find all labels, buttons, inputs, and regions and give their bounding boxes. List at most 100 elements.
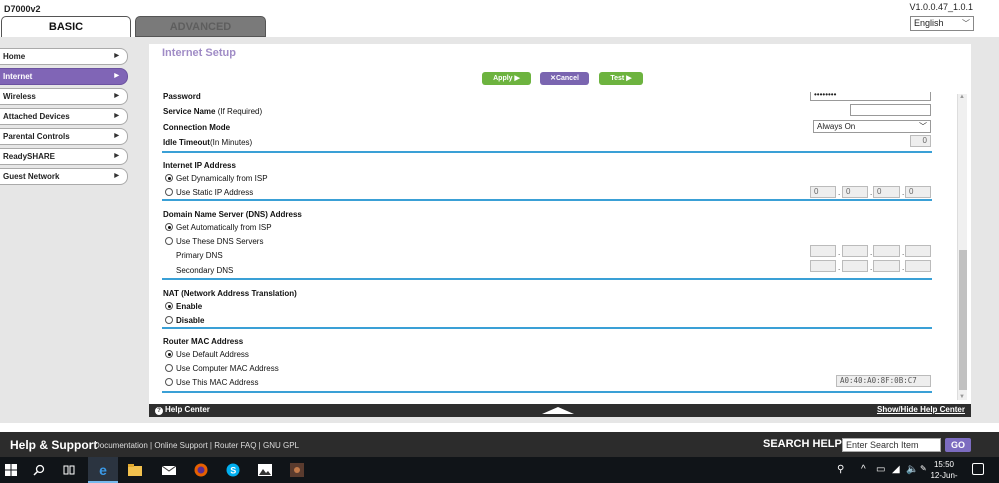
settings-scroll-area[interactable]: Password •••••••• Service Name (If Requi…: [149, 92, 957, 398]
secondary-dns-octet-3[interactable]: [873, 260, 900, 272]
radio-selected-icon[interactable]: [165, 302, 173, 310]
mac-section-title: Router MAC Address: [163, 337, 244, 346]
radio-empty-icon[interactable]: [165, 188, 173, 196]
section-divider: [162, 278, 932, 280]
primary-dns-octet-2[interactable]: [842, 245, 868, 257]
idle-timeout-row: Idle Timeout(In Minutes): [163, 138, 252, 147]
file-explorer-icon[interactable]: [126, 461, 144, 479]
mac-this-label: Use This MAC Address: [176, 378, 259, 387]
scroll-down-icon[interactable]: ▼: [959, 394, 965, 400]
section-divider: [162, 151, 932, 153]
dns-manual-option[interactable]: Use These DNS Servers: [165, 237, 263, 246]
mac-computer-label: Use Computer MAC Address: [176, 364, 279, 373]
arrow-right-icon: ▶: [114, 173, 119, 179]
people-icon[interactable]: ⚲: [837, 464, 844, 475]
radio-empty-icon[interactable]: [165, 378, 173, 386]
octet-separator: .: [838, 188, 841, 197]
octet-separator: .: [902, 188, 905, 197]
firefox-icon[interactable]: [192, 461, 210, 479]
sidebar-item-wireless[interactable]: Wireless ▶: [0, 88, 128, 105]
ip-dynamic-option[interactable]: Get Dynamically from ISP: [165, 174, 268, 183]
service-name-input[interactable]: [850, 104, 931, 116]
wifi-icon[interactable]: ◢: [892, 464, 900, 475]
skype-icon[interactable]: S: [224, 461, 242, 479]
sidebar-item-label: Attached Devices: [3, 112, 70, 121]
mac-default-option[interactable]: Use Default Address: [165, 350, 249, 359]
radio-selected-icon[interactable]: [165, 350, 173, 358]
ip-octet-4[interactable]: 0: [905, 186, 931, 198]
nat-enable-option[interactable]: Enable: [165, 302, 202, 311]
sidebar-item-readyshare[interactable]: ReadySHARE ▶: [0, 148, 128, 165]
sidebar-item-home[interactable]: Home ▶: [0, 48, 128, 65]
apply-button[interactable]: Apply ▶: [482, 72, 531, 85]
mac-computer-option[interactable]: Use Computer MAC Address: [165, 364, 279, 373]
sidebar-item-internet[interactable]: Internet ▶: [0, 68, 128, 85]
primary-dns-octet-1[interactable]: [810, 245, 836, 257]
search-help-input[interactable]: Enter Search Item: [842, 438, 941, 452]
language-indicator-icon[interactable]: ✎: [920, 464, 927, 473]
sidebar-item-parental-controls[interactable]: Parental Controls ▶: [0, 128, 128, 145]
radio-empty-icon[interactable]: [165, 364, 173, 372]
sidebar-item-attached-devices[interactable]: Attached Devices ▶: [0, 108, 128, 125]
cancel-button[interactable]: ✕Cancel: [540, 72, 589, 85]
test-button[interactable]: Test ▶: [599, 72, 643, 85]
secondary-dns-label: Secondary DNS: [176, 266, 234, 275]
mac-address-input[interactable]: A0:40:A0:8F:0B:C7: [836, 375, 931, 387]
show-hide-help-link[interactable]: Show/Hide Help Center: [877, 405, 965, 414]
scroll-up-icon[interactable]: ▲: [959, 94, 965, 100]
notifications-icon[interactable]: [972, 463, 984, 475]
windows-start-icon[interactable]: [2, 461, 20, 479]
nat-disable-option[interactable]: Disable: [165, 316, 204, 325]
secondary-dns-octet-2[interactable]: [842, 260, 868, 272]
idle-timeout-input[interactable]: 0: [910, 135, 931, 147]
section-divider: [162, 327, 932, 329]
dns-auto-option[interactable]: Get Automatically from ISP: [165, 223, 272, 232]
radio-empty-icon[interactable]: [165, 316, 173, 324]
volume-icon[interactable]: 🔈: [906, 464, 918, 475]
ip-octet-2[interactable]: 0: [842, 186, 868, 198]
mail-icon[interactable]: [160, 461, 178, 479]
octet-separator: .: [838, 263, 841, 272]
octet-separator: .: [870, 263, 873, 272]
sidebar-item-guest-network[interactable]: Guest Network ▶: [0, 168, 128, 185]
ip-octet-3[interactable]: 0: [873, 186, 900, 198]
dns-auto-label: Get Automatically from ISP: [176, 223, 272, 232]
go-button[interactable]: GO: [945, 438, 971, 452]
help-center-link[interactable]: ? Help Center: [155, 405, 210, 415]
primary-dns-octet-4[interactable]: [905, 245, 931, 257]
search-icon[interactable]: [30, 461, 48, 479]
radio-empty-icon[interactable]: [165, 237, 173, 245]
task-view-icon[interactable]: [60, 461, 78, 479]
radio-selected-icon[interactable]: [165, 174, 173, 182]
connection-mode-label: Connection Mode: [163, 123, 231, 132]
connection-mode-select[interactable]: Always On ﹀: [813, 120, 931, 133]
ip-octet-1[interactable]: 0: [810, 186, 836, 198]
language-select[interactable]: English ﹀: [910, 16, 974, 31]
idle-timeout-note: (In Minutes): [209, 138, 253, 147]
vertical-scrollbar[interactable]: ▲ ▼: [957, 94, 967, 400]
password-label: Password: [163, 92, 201, 101]
footer-links[interactable]: Documentation | Online Support | Router …: [94, 441, 299, 450]
mac-this-option[interactable]: Use This MAC Address: [165, 378, 259, 387]
password-input[interactable]: ••••••••: [810, 92, 931, 101]
secondary-dns-octet-4[interactable]: [905, 260, 931, 272]
app-icon[interactable]: [288, 461, 306, 479]
chevron-up-icon[interactable]: ^: [861, 464, 866, 475]
system-clock[interactable]: 15:50 12-Jun-18: [928, 459, 960, 483]
tab-basic[interactable]: BASIC: [1, 16, 131, 37]
tab-advanced[interactable]: ADVANCED: [135, 16, 266, 37]
ip-dynamic-label: Get Dynamically from ISP: [176, 174, 268, 183]
nat-enable-label: Enable: [176, 302, 203, 311]
photos-icon[interactable]: [256, 461, 274, 479]
sidebar-item-label: ReadySHARE: [3, 152, 56, 161]
expand-help-icon[interactable]: [542, 407, 574, 414]
primary-dns-octet-3[interactable]: [873, 245, 900, 257]
ip-static-option[interactable]: Use Static IP Address: [165, 188, 253, 197]
edge-browser-icon[interactable]: e: [94, 461, 112, 479]
arrow-right-icon: ▶: [114, 113, 119, 119]
svg-text:S: S: [230, 466, 236, 476]
secondary-dns-octet-1[interactable]: [810, 260, 836, 272]
radio-selected-icon[interactable]: [165, 223, 173, 231]
scrollbar-thumb[interactable]: [959, 250, 967, 390]
battery-icon[interactable]: ▭: [876, 464, 885, 475]
